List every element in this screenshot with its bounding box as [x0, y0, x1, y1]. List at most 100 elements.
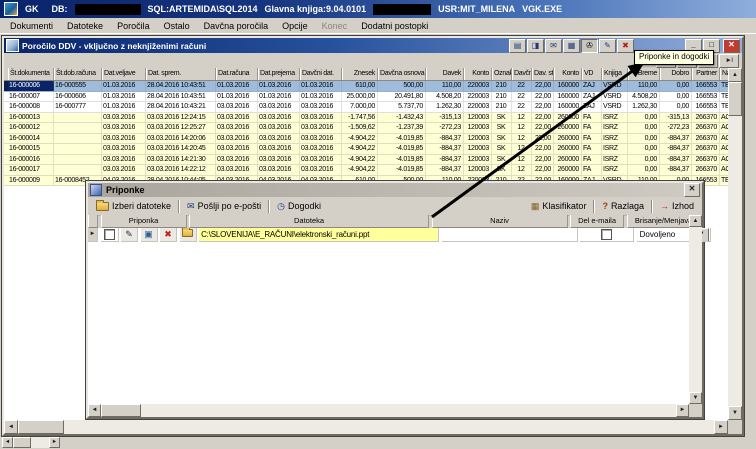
column-header[interactable]: Dat.prejema — [258, 68, 300, 80]
scroll-right-icon[interactable]: ► — [676, 404, 689, 417]
column-header[interactable]: VD — [582, 68, 602, 80]
column-header-brisanje[interactable]: Brisanje/Menjava — [626, 215, 689, 228]
mdi-horizontal-scrollbar[interactable]: ◄ ► — [2, 437, 60, 448]
table-row[interactable]: 16-000013 03.03.2016 03.03.2016 12:24:15 03… — [4, 112, 728, 123]
delete-attachment-icon[interactable]: ✖ — [164, 229, 172, 239]
scroll-up-icon[interactable]: ▲ — [689, 215, 702, 227]
edit-attachment-icon[interactable]: ✎ — [125, 229, 133, 239]
grid-cell: 0,00 — [660, 102, 692, 112]
klasifikator-button[interactable]: ▦ Klasifikator — [526, 200, 592, 212]
grid-cell: -1.509,62 — [342, 123, 378, 133]
table-row[interactable]: 16-000015 03.03.2016 03.03.2016 14:20:45 03… — [4, 144, 728, 155]
grid-cell: 120003 — [464, 112, 492, 123]
izberi-datoteke-button[interactable]: Izberi datoteke — [91, 199, 176, 212]
column-header[interactable]: Davčna oz. — [512, 68, 532, 80]
column-header-naziv[interactable]: Naziv — [431, 215, 568, 228]
grid-cell: -315,13 — [426, 112, 464, 123]
open-folder-icon[interactable] — [182, 228, 194, 237]
table-row[interactable]: 16-000016 03.03.2016 03.03.2016 14:21:30 03… — [4, 154, 728, 165]
priponke-vertical-scrollbar[interactable]: ▲ ▼ — [689, 215, 702, 404]
column-header[interactable]: Dobro — [660, 68, 692, 80]
attachment-path-cell[interactable]: C:\SLOVENIJA\E_RAČUNI\elektronski_računi… — [199, 228, 440, 242]
scroll-down-icon[interactable]: ▼ — [689, 392, 702, 404]
grid-cell: SK — [492, 123, 512, 133]
column-header[interactable]: Davčna osnova — [378, 68, 426, 80]
grid-cell: 260000 — [554, 165, 582, 175]
column-header[interactable]: Dav. st. — [532, 68, 554, 80]
priponke-horizontal-scrollbar[interactable]: ◄ ► — [88, 404, 689, 417]
scroll-right-icon[interactable]: ► — [714, 420, 728, 434]
ddv-titlebar[interactable]: Poročilo DDV - vključno z neknjiženimi r… — [4, 38, 742, 53]
menu-datoteke[interactable]: Datoteke — [60, 20, 110, 32]
column-header[interactable]: Breme — [628, 68, 660, 80]
column-header[interactable]: Davčni dat. — [300, 68, 342, 80]
column-header[interactable]: Št.dokumenta — [8, 68, 54, 80]
column-header[interactable]: Konto — [464, 68, 492, 80]
scroll-down-icon[interactable]: ▼ — [728, 406, 742, 420]
column-header[interactable]: Knjiga — [602, 68, 628, 80]
razlaga-button[interactable]: ? Razlaga — [597, 200, 649, 212]
scroll-left-icon[interactable]: ◄ — [88, 404, 101, 417]
save-attachment-icon[interactable]: ▣ — [144, 229, 153, 239]
column-header-priponka[interactable]: Priponka — [100, 215, 187, 228]
column-header-del-emaila[interactable]: Del e-maila — [570, 215, 625, 228]
column-header[interactable]: Davek — [426, 68, 464, 80]
scroll-left-icon[interactable]: ◄ — [2, 437, 13, 448]
table-row[interactable]: 16-000012 03.03.2016 03.03.2016 12:25:27 03… — [4, 123, 728, 134]
del-emaila-checkbox[interactable] — [601, 229, 613, 241]
column-header-datoteka[interactable]: Datoteka — [189, 215, 430, 228]
column-header[interactable]: Konto — [554, 68, 582, 80]
app-titlebar[interactable]: GK DB: SQL:ARTEMIDA\SQL2014 Glavna knjig… — [0, 0, 756, 18]
menu-dodatni-postopki[interactable]: Dodatni postopki — [354, 20, 435, 32]
grid-cell: 03.03.2016 — [258, 123, 300, 133]
delete-icon[interactable]: ✖ — [617, 38, 634, 53]
priponke-row[interactable]: ► ✎ ▣ ✖ C:\SLOVENIJA\E_RAČUNI\elektronsk… — [88, 228, 711, 242]
hscroll-thumb[interactable] — [18, 420, 64, 434]
column-header[interactable]: Dat.veljave — [102, 68, 146, 80]
table-row[interactable]: 16-000006 16-000555 01.03.2016 28.04.2016 1… — [4, 81, 728, 92]
mail-icon[interactable]: ✉ — [545, 38, 562, 53]
dogodki-button[interactable]: ◷ Dogodki — [272, 200, 326, 212]
menu-porocila[interactable]: Poročila — [110, 20, 157, 32]
table-row[interactable]: 16-000007 16-000606 01.03.2016 28.04.2016 1… — [4, 91, 728, 102]
column-header[interactable]: Št.dob.računa — [54, 68, 102, 80]
attachment-naziv-cell[interactable] — [441, 228, 578, 242]
scroll-right-icon[interactable]: ► — [49, 437, 60, 448]
table-row[interactable]: 16-000008 16-000777 01.03.2016 28.04.2016 1… — [4, 102, 728, 113]
column-header[interactable]: Naziv — [720, 68, 728, 80]
copy-icon[interactable]: ◨ — [527, 38, 544, 53]
edit-icon[interactable]: ✎ — [599, 38, 616, 53]
report-list-icon[interactable]: ▤ — [509, 38, 526, 53]
scroll-left-icon[interactable]: ◄ — [4, 420, 18, 434]
ddv-vertical-scrollbar[interactable]: ▲ ▼ — [728, 68, 742, 420]
izhod-button[interactable]: → Izhod — [655, 200, 699, 212]
menu-konec[interactable]: Konec — [315, 20, 355, 32]
column-header[interactable]: Dat. sprem. — [146, 68, 216, 80]
ddv-horizontal-scrollbar[interactable]: ◄ ► — [4, 420, 728, 434]
menu-davcna-porocila[interactable]: Davčna poročila — [197, 20, 276, 32]
priponke-titlebar[interactable]: Priponke ✕ — [88, 183, 702, 197]
vscroll-thumb[interactable] — [728, 82, 742, 116]
column-header[interactable]: Dat.računa — [216, 68, 258, 80]
menu-opcije[interactable]: Opcije — [275, 20, 315, 32]
attachments-icon[interactable]: ✇ — [581, 38, 598, 53]
column-header[interactable]: Partner — [692, 68, 720, 80]
scroll-up-icon[interactable]: ▲ — [728, 68, 742, 82]
grid-cell: 0,00 — [628, 123, 660, 133]
poslji-po-eposti-button[interactable]: ✉ Pošlji po e-pošti — [182, 200, 266, 212]
column-header[interactable]: Znesek — [342, 68, 378, 80]
menu-ostalo[interactable]: Ostalo — [157, 20, 197, 32]
table-row[interactable]: 16-000014 03.03.2016 03.03.2016 14:20:06 03… — [4, 133, 728, 144]
hscroll-thumb[interactable] — [101, 404, 141, 417]
grid-cell: 166553 — [692, 102, 720, 112]
export-grid-icon[interactable]: ▦ — [563, 38, 580, 53]
last-record-icon[interactable]: ►I — [719, 54, 739, 68]
priponke-close-button[interactable]: ✕ — [684, 183, 700, 197]
table-row[interactable]: 16-000017 03.03.2016 03.03.2016 14:22:12 03… — [4, 165, 728, 176]
column-header[interactable]: Oznaka — [492, 68, 512, 80]
redacted-db-name — [74, 3, 141, 15]
hscroll-thumb[interactable] — [13, 437, 31, 448]
close-button[interactable]: ✕ — [723, 38, 740, 53]
priponka-checkbox[interactable] — [103, 229, 115, 241]
menu-dokumenti[interactable]: Dokumenti — [3, 20, 60, 32]
